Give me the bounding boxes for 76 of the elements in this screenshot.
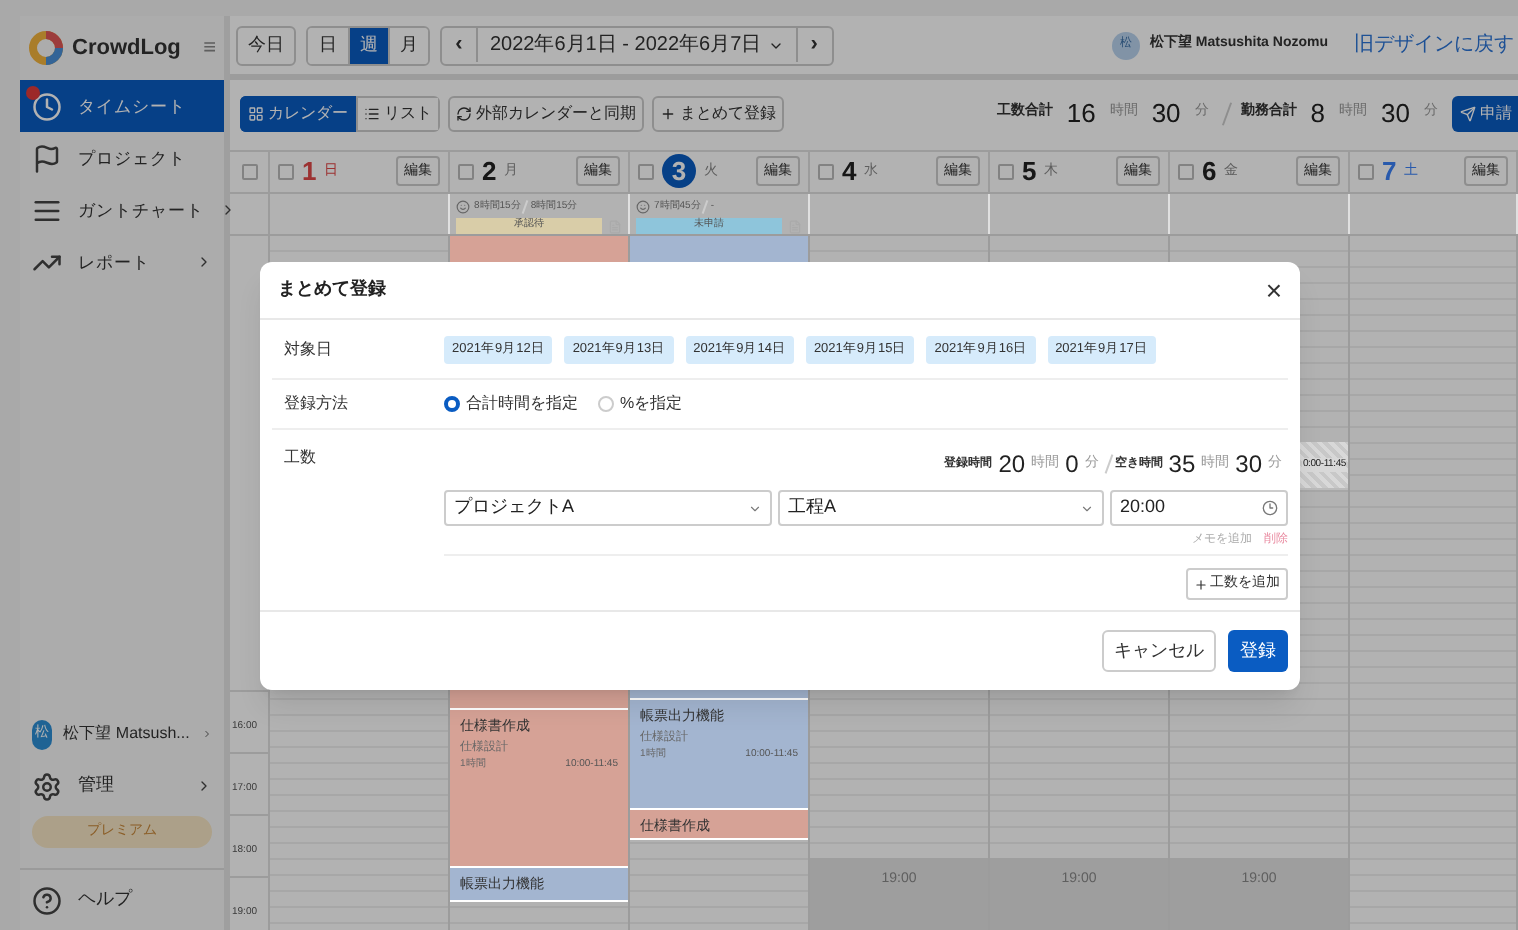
grid-icon [248,105,264,121]
hours-value: 30 [1381,95,1410,132]
sync-button[interactable]: 外部カレンダーと同期 [448,95,644,131]
sidebar-item[interactable]: プロジェクト [20,132,224,184]
settings-icon [32,771,62,801]
hours-value: 16 [1066,95,1096,132]
hours-value: 30 [1235,448,1262,482]
flag-icon [32,143,62,173]
caret-icon [748,501,762,515]
hours-value: 0 [1065,448,1079,482]
sidebar-item[interactable]: ガントチャート [20,184,224,236]
logo-icon [28,30,64,66]
refresh-icon [456,105,472,121]
cancel-button[interactable]: キャンセル [1102,630,1216,672]
document-icon [608,219,622,233]
old-design-link[interactable]: 旧デザインに戻す [1354,30,1514,60]
field-label: 工数 [282,446,318,470]
logo-text: CrowdLog [72,33,183,64]
day-number: 4 [842,154,857,190]
radio-button[interactable] [444,396,460,412]
hours-value: 8 [1310,95,1326,132]
checkbox[interactable] [278,163,294,180]
sidebar-item[interactable]: タイムシート [20,80,224,132]
help-link[interactable]: ヘルプ [20,870,224,930]
time-input[interactable]: 20:00 [1110,490,1288,526]
project-select[interactable]: プロジェクトA [444,490,772,526]
date-range-dropdown[interactable]: 2022年6月1日 - 2022年6月7日 [478,30,796,60]
dialog-title: まとめて登録 [278,276,388,303]
field-label: 対象日 [282,337,334,361]
checkbox[interactable] [818,163,834,180]
day-number: 7 [1382,154,1397,190]
clock-icon [32,91,62,121]
checkbox[interactable] [241,163,257,180]
hours-value: 20 [998,448,1026,482]
sidebar-item[interactable]: レポート [20,236,224,288]
checkbox[interactable] [458,163,474,180]
smiley-icon [456,199,470,214]
checkbox[interactable] [638,163,654,180]
today-button[interactable]: 今日 [236,25,296,65]
view-tab[interactable]: 月 [388,27,428,63]
help-icon [32,885,62,915]
user-name: 松下望 Matsush... [63,722,190,746]
process-select[interactable]: 工程A [778,490,1104,526]
field-label: 登録方法 [282,392,350,416]
admin-label: 管理 [78,772,116,799]
close-button[interactable]: × [1265,276,1282,304]
hours-value: 35 [1168,448,1196,482]
clock-icon [1262,500,1278,516]
view-tab[interactable]: 週 [348,27,388,63]
checkbox[interactable] [998,163,1014,180]
next-button[interactable]: › [795,28,832,62]
apply-button[interactable]: 申請 [1452,95,1518,131]
plus-icon [1194,577,1208,591]
bulk-register-button[interactable]: まとめて登録 [652,95,784,131]
document-icon [788,219,802,233]
day-number: 5 [1022,154,1037,190]
checkbox[interactable] [1178,163,1194,180]
hours-value: 30 [1151,95,1181,132]
view-mode-tab[interactable]: リスト [356,95,440,131]
admin-menu[interactable]: 管理 [20,760,224,812]
list-icon [32,195,62,225]
list-icon [364,105,380,121]
day-number: 6 [1202,154,1217,190]
smiley-icon [636,199,650,214]
day-number: 3 [662,154,696,189]
day-number: 1 [302,154,317,190]
radio-option[interactable]: %を指定 [598,392,683,416]
caret-icon [1080,501,1094,515]
checkbox[interactable] [1358,163,1374,180]
day-number: 2 [482,154,497,190]
register-button[interactable]: 登録 [1228,630,1288,672]
plus-icon [660,105,676,121]
prev-button[interactable]: ‹ [442,28,478,62]
send-icon [1460,105,1476,121]
view-mode-tab[interactable]: カレンダー [240,95,356,131]
radio-option[interactable]: 合計時間を指定 [444,392,578,416]
